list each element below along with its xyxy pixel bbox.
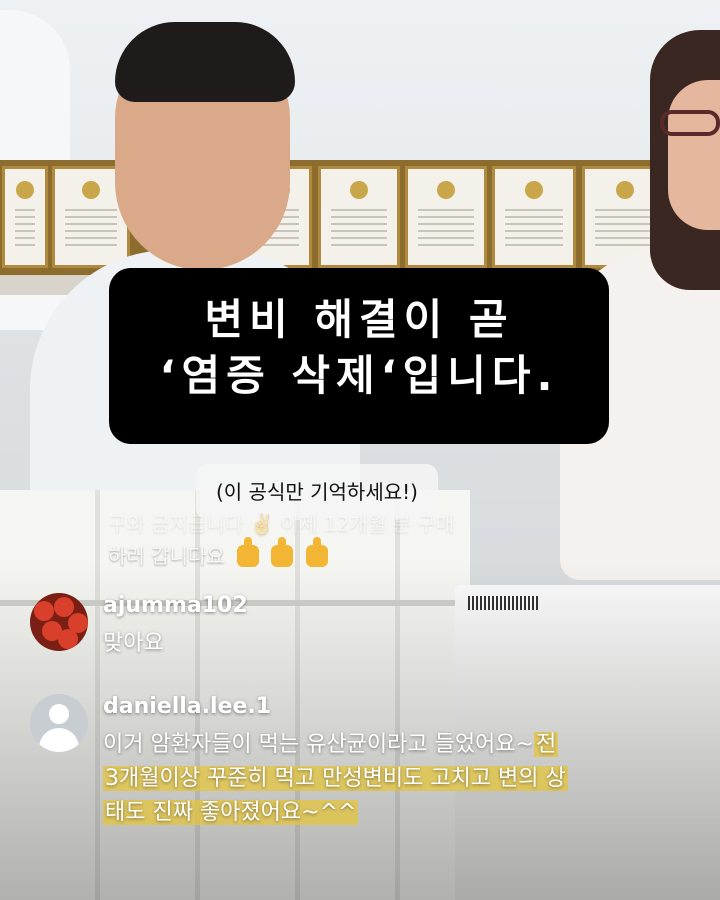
comment-text: 이거 암환자들이 먹는 유산균이라고 들었어요~전 3개월이상 꾸준히 먹고 만…: [103, 728, 573, 830]
certificate-frame: [2, 166, 48, 268]
comment-username[interactable]: daniella.lee.1: [103, 694, 271, 719]
headline-line-2: ‘염증 삭제‘입니다.: [159, 351, 559, 400]
live-comment[interactable]: daniella.lee.1 이거 암환자들이 먹는 유산균이라고 들었어요~전…: [30, 694, 690, 894]
certificate-frame: [492, 166, 576, 268]
comment-text: 맞아요: [103, 631, 164, 656]
certificate-frame: [405, 166, 487, 268]
presenter-man-hair: [115, 22, 295, 102]
comment-username[interactable]: ajumma102: [103, 593, 248, 618]
thumbs-up-icon: [271, 537, 294, 567]
avatar[interactable]: [30, 593, 88, 651]
live-video-stage: 변비 해결이 곧 ‘염증 삭제‘입니다. (이 공식만 기억하세요!) 구와 금…: [0, 0, 720, 900]
thumbs-up-icon: [237, 537, 260, 567]
faded-comment-line-2-wrap: 하러 갑니다요: [108, 537, 558, 572]
live-comment[interactable]: ajumma102 맞아요: [30, 593, 670, 663]
headline-line-1: 변비 해결이 곧: [204, 295, 514, 344]
headline-caption: 변비 해결이 곧 ‘염증 삭제‘입니다.: [109, 268, 609, 444]
thumbs-up-icon: [305, 537, 328, 567]
comment-text-plain: 이거 암환자들이 먹는 유산균이라고 들었어요~: [103, 732, 534, 757]
faded-comment: 구와 금지급니다 ✌️ 이제 12개월 분 구매 하러 갑니다요: [108, 508, 558, 572]
glasses: [660, 110, 720, 136]
presenter-woman-face: [668, 80, 720, 230]
faded-comment-line-1: 구와 금지급니다 ✌️ 이제 12개월 분 구매: [108, 512, 455, 536]
faded-comment-line-2: 하러 갑니다요: [108, 544, 225, 568]
certificate-frame: [318, 166, 400, 268]
default-avatar-icon[interactable]: [30, 694, 88, 752]
